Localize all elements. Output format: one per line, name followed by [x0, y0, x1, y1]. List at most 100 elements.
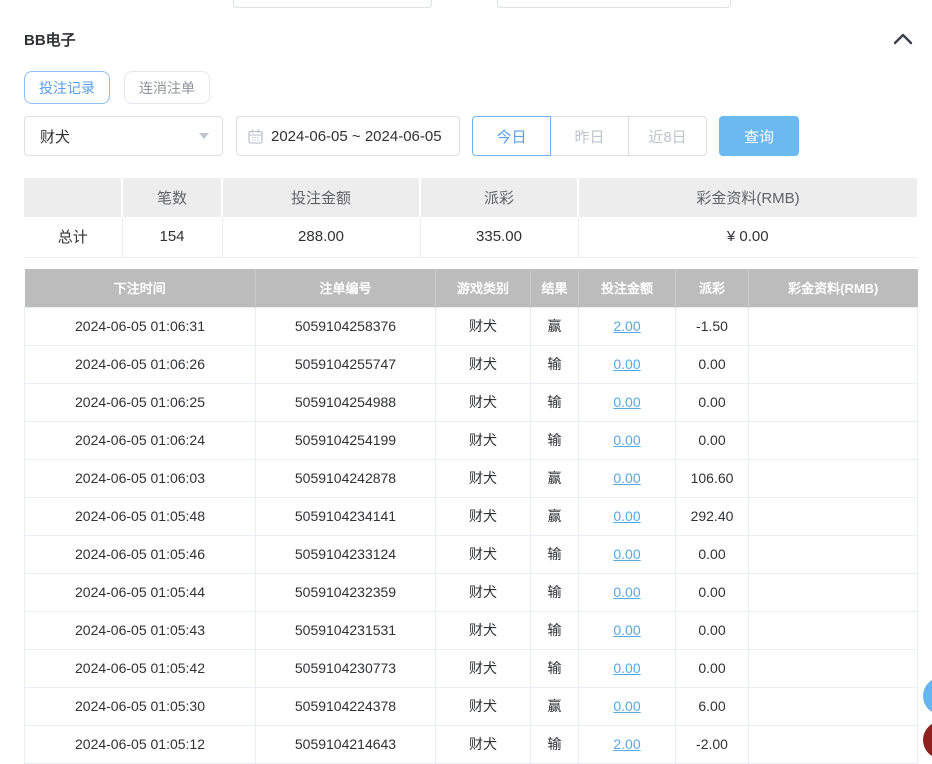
cell-order-number: 5059104232359: [256, 573, 436, 611]
bet-amount-link[interactable]: 0.00: [613, 470, 640, 486]
bet-amount-link[interactable]: 0.00: [613, 432, 640, 448]
collapse-section-button[interactable]: [890, 28, 916, 50]
date-range-value: 2024-06-05 ~ 2024-06-05: [271, 128, 442, 145]
cell-bonus: [749, 535, 918, 573]
cell-order-number: 5059104214643: [256, 725, 436, 763]
cell-payout: 0.00: [676, 573, 749, 611]
section-title: BB电子: [24, 29, 76, 50]
cell-result: 输: [531, 649, 579, 687]
cell-order-number: 5059104258376: [256, 307, 436, 345]
floating-promo-button[interactable]: [923, 721, 932, 759]
date-range-input[interactable]: 2024-06-05 ~ 2024-06-05: [236, 116, 460, 156]
query-button[interactable]: 查询: [719, 116, 799, 156]
cell-result: 输: [531, 421, 579, 459]
cell-bet-time: 2024-06-05 01:05:48: [25, 497, 256, 535]
cell-payout: 0.00: [676, 383, 749, 421]
tab-cancelled-orders[interactable]: 连消注单: [124, 71, 210, 104]
table-row: 2024-06-05 01:05:445059104232359财犬输0.000…: [25, 573, 918, 611]
quick-date-buttons: 今日 昨日 近8日: [472, 116, 707, 156]
summary-header-bet-amount: 投注金额: [222, 178, 420, 217]
cell-bonus: [749, 383, 918, 421]
cell-result: 输: [531, 573, 579, 611]
floating-service-button[interactable]: [923, 677, 932, 715]
cell-bonus: [749, 725, 918, 763]
bet-records-page: { "section": { "title": "BB电子" }, "tabs"…: [0, 0, 932, 751]
cell-order-number: 5059104230773: [256, 649, 436, 687]
table-row: 2024-06-05 01:05:485059104234141财犬赢0.002…: [25, 497, 918, 535]
caret-down-icon: [198, 132, 210, 140]
bet-table-header-row: 下注时间 注单编号 游戏类别 结果 投注金额 派彩 彩金资料(RMB): [25, 269, 918, 307]
bet-amount-link[interactable]: 2.00: [613, 736, 640, 752]
cell-bet-amount: 0.00: [579, 573, 676, 611]
header-bet-time: 下注时间: [25, 269, 256, 307]
tab-bet-records[interactable]: 投注记录: [24, 71, 110, 104]
bet-amount-link[interactable]: 2.00: [613, 318, 640, 334]
cell-bet-time: 2024-06-05 01:06:31: [25, 307, 256, 345]
summary-header-bonus: 彩金资料(RMB): [578, 178, 917, 217]
cell-result: 输: [531, 535, 579, 573]
cell-order-number: 5059104242878: [256, 459, 436, 497]
cell-game-type: 财犬: [436, 383, 531, 421]
bet-amount-link[interactable]: 0.00: [613, 660, 640, 676]
bet-records-table: 下注时间 注单编号 游戏类别 结果 投注金额 派彩 彩金资料(RMB) 2024…: [24, 269, 918, 764]
bet-amount-link[interactable]: 0.00: [613, 698, 640, 714]
summary-total-count: 154: [122, 217, 222, 257]
top-partial-input-2[interactable]: [497, 0, 731, 8]
last-8-days-button[interactable]: 近8日: [628, 116, 707, 156]
cell-game-type: 财犬: [436, 611, 531, 649]
cell-order-number: 5059104231531: [256, 611, 436, 649]
cell-game-type: 财犬: [436, 459, 531, 497]
record-type-tabs: 投注记录 连消注单: [24, 71, 210, 104]
game-select[interactable]: 财犬: [24, 116, 223, 156]
table-row: 2024-06-05 01:06:315059104258376财犬赢2.00-…: [25, 307, 918, 345]
cell-bet-time: 2024-06-05 01:05:12: [25, 725, 256, 763]
cell-bonus: [749, 497, 918, 535]
cell-payout: 0.00: [676, 345, 749, 383]
bet-amount-link[interactable]: 0.00: [613, 622, 640, 638]
cell-order-number: 5059104234141: [256, 497, 436, 535]
cell-payout: 0.00: [676, 649, 749, 687]
cell-payout: 0.00: [676, 421, 749, 459]
cell-bonus: [749, 345, 918, 383]
bet-amount-link[interactable]: 0.00: [613, 356, 640, 372]
cell-result: 赢: [531, 497, 579, 535]
cell-result: 赢: [531, 307, 579, 345]
summary-header-empty: [24, 178, 122, 217]
cell-payout: 292.40: [676, 497, 749, 535]
bet-amount-link[interactable]: 0.00: [613, 546, 640, 562]
cell-result: 输: [531, 345, 579, 383]
bet-table-body: 2024-06-05 01:06:315059104258376财犬赢2.00-…: [25, 307, 918, 763]
yesterday-button[interactable]: 昨日: [550, 116, 629, 156]
cell-bet-amount: 2.00: [579, 725, 676, 763]
summary-total-payout: 335.00: [420, 217, 578, 257]
cell-bet-amount: 0.00: [579, 459, 676, 497]
cell-bet-time: 2024-06-05 01:05:46: [25, 535, 256, 573]
top-partial-input-1[interactable]: [233, 0, 432, 8]
cell-result: 输: [531, 611, 579, 649]
cell-game-type: 财犬: [436, 535, 531, 573]
today-button[interactable]: 今日: [472, 116, 551, 156]
table-row: 2024-06-05 01:06:035059104242878财犬赢0.001…: [25, 459, 918, 497]
cell-bet-amount: 0.00: [579, 649, 676, 687]
cell-result: 输: [531, 725, 579, 763]
summary-table: 笔数 投注金额 派彩 彩金资料(RMB) 总计 154 288.00 335.0…: [24, 178, 917, 258]
cell-order-number: 5059104254199: [256, 421, 436, 459]
bet-amount-link[interactable]: 0.00: [613, 394, 640, 410]
cell-bet-amount: 0.00: [579, 687, 676, 725]
cell-game-type: 财犬: [436, 421, 531, 459]
cell-bet-amount: 0.00: [579, 497, 676, 535]
cell-game-type: 财犬: [436, 649, 531, 687]
cell-bet-time: 2024-06-05 01:05:30: [25, 687, 256, 725]
header-result: 结果: [531, 269, 579, 307]
summary-header-count: 笔数: [122, 178, 222, 217]
bet-amount-link[interactable]: 0.00: [613, 508, 640, 524]
cell-game-type: 财犬: [436, 573, 531, 611]
bet-amount-link[interactable]: 0.00: [613, 584, 640, 600]
cell-payout: 0.00: [676, 611, 749, 649]
cell-bonus: [749, 421, 918, 459]
cell-payout: 106.60: [676, 459, 749, 497]
table-row: 2024-06-05 01:05:425059104230773财犬输0.000…: [25, 649, 918, 687]
table-row: 2024-06-05 01:06:265059104255747财犬输0.000…: [25, 345, 918, 383]
cell-payout: 6.00: [676, 687, 749, 725]
summary-header-row: 笔数 投注金额 派彩 彩金资料(RMB): [24, 178, 917, 217]
